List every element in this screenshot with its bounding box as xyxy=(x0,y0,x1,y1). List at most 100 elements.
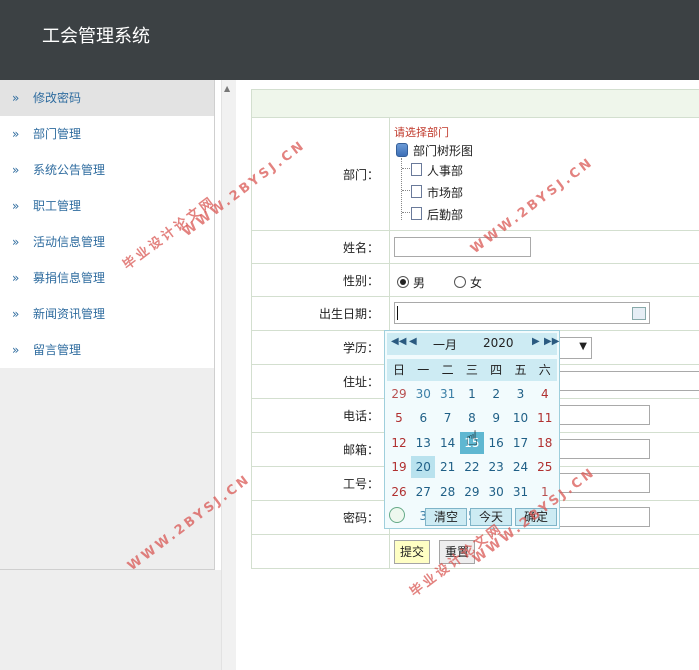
calendar-day[interactable]: 29 xyxy=(460,481,484,503)
phone-label: 电话： xyxy=(251,398,390,433)
clock-icon[interactable] xyxy=(389,507,405,523)
birth-row: 出生日期： xyxy=(251,296,699,331)
form-header-row xyxy=(251,89,699,118)
calendar-day[interactable]: 19 xyxy=(387,456,411,478)
calendar-day[interactable]: 25 xyxy=(533,456,557,478)
database-icon xyxy=(396,143,408,157)
calendar-day[interactable]: 31 xyxy=(436,383,460,405)
name-input[interactable] xyxy=(394,237,531,257)
next-month-icon[interactable]: ▶ xyxy=(532,336,540,347)
weekday-label: 四 xyxy=(490,363,503,377)
calendar-day[interactable]: 18 xyxy=(533,432,557,454)
calendar-day[interactable]: 13 xyxy=(411,432,435,454)
sidebar-item-change-password[interactable]: » 修改密码 xyxy=(0,80,214,116)
calendar-day[interactable]: 16 xyxy=(484,432,508,454)
weekday-label: 五 xyxy=(514,363,527,377)
radio-checked-icon[interactable] xyxy=(397,276,409,288)
double-chevron-icon: » xyxy=(12,271,20,285)
sidebar-lower-background xyxy=(0,570,236,670)
calendar-day[interactable]: 30 xyxy=(411,383,435,405)
sidebar-item-label: 修改密码 xyxy=(33,91,82,105)
sidebar-item-label: 新闻资讯管理 xyxy=(33,307,106,321)
tree-node-logistics[interactable]: 后勤部 xyxy=(411,206,463,223)
chevron-down-icon: ▼ xyxy=(579,341,587,352)
calendar-day[interactable]: 1 xyxy=(460,383,484,405)
calendar-day[interactable]: 6 xyxy=(411,407,435,429)
double-chevron-icon: » xyxy=(12,307,20,321)
calendar-day[interactable]: 5 xyxy=(387,407,411,429)
tree-node-marketing[interactable]: 市场部 xyxy=(411,184,463,201)
calendar-day[interactable]: 9 xyxy=(484,407,508,429)
double-chevron-icon: » xyxy=(12,91,20,105)
birth-label: 出生日期： xyxy=(251,296,390,331)
tree-node-hr[interactable]: 人事部 xyxy=(411,162,463,179)
double-chevron-icon: » xyxy=(12,163,20,177)
radio-unchecked-icon[interactable] xyxy=(454,276,466,288)
frame-scrollbar[interactable]: ▲ xyxy=(221,80,236,670)
calendar-day[interactable]: 10 xyxy=(509,407,533,429)
calendar-icon[interactable] xyxy=(632,307,646,320)
hand-cursor-icon: ☝ xyxy=(466,426,479,450)
prev-year-icon[interactable]: ◀◀ xyxy=(391,336,406,347)
double-chevron-icon: » xyxy=(12,343,20,357)
calendar-day[interactable]: 12 xyxy=(387,432,411,454)
double-chevron-icon: » xyxy=(12,199,20,213)
address-label: 住址： xyxy=(251,364,390,399)
page-icon xyxy=(411,207,422,220)
calendar-day[interactable]: 30 xyxy=(484,481,508,503)
calendar-day[interactable]: 21 xyxy=(436,456,460,478)
email-label: 邮箱： xyxy=(251,432,390,467)
prev-month-icon[interactable]: ◀ xyxy=(409,336,417,347)
calendar-day[interactable]: 11 xyxy=(533,407,557,429)
calendar-day[interactable]: 2 xyxy=(484,383,508,405)
calendar-day[interactable]: 28 xyxy=(436,481,460,503)
calendar-day[interactable]: 4 xyxy=(533,383,557,405)
calendar-day[interactable]: 14 xyxy=(436,432,460,454)
calendar-day[interactable]: 29 xyxy=(387,383,411,405)
department-row: 部门： 请选择部门 部门树形图 人事部 市场部 后勤部 xyxy=(251,117,699,231)
sidebar-item-label: 职工管理 xyxy=(33,199,82,213)
calendar-day[interactable]: 7 xyxy=(436,407,460,429)
page-icon xyxy=(411,185,422,198)
next-year-icon[interactable]: ▶▶ xyxy=(544,336,559,347)
weekday-header: 日一二三四五六 xyxy=(387,359,557,381)
submit-button[interactable]: 提交 xyxy=(394,540,431,564)
department-tree-root[interactable]: 部门树形图 xyxy=(396,142,473,159)
calendar-day[interactable]: 26 xyxy=(387,481,411,503)
calendar-day[interactable]: 23 xyxy=(484,456,508,478)
text-caret xyxy=(397,306,398,320)
scroll-up-arrow-icon[interactable]: ▲ xyxy=(224,84,230,93)
weekday-label: 日 xyxy=(392,363,405,377)
sidebar: » 修改密码 » 部门管理 » 系统公告管理 » 职工管理 » 活动信息管理 » 募捐信息管… xyxy=(0,80,215,570)
calendar-year[interactable]: 2020 xyxy=(483,336,514,350)
sidebar-item-announcements[interactable]: » 系统公告管理 xyxy=(0,152,214,188)
calendar-month[interactable]: 一月 xyxy=(433,336,457,353)
calendar-day[interactable]: 3 xyxy=(509,383,533,405)
weekday-label: 一 xyxy=(417,363,430,377)
gender-row: 性别： 男 女 xyxy=(251,263,699,297)
top-bar: 工会管理系统 xyxy=(0,0,699,80)
sidebar-item-label: 部门管理 xyxy=(33,127,82,141)
sidebar-item-department[interactable]: » 部门管理 xyxy=(0,116,214,152)
app-title: 工会管理系统 xyxy=(42,26,150,47)
calendar-day[interactable]: 31 xyxy=(509,481,533,503)
calendar-day[interactable]: 17 xyxy=(509,432,533,454)
page-icon xyxy=(411,163,422,176)
name-label: 姓名： xyxy=(251,230,390,264)
calendar-day[interactable]: 24 xyxy=(509,456,533,478)
gender-option-female[interactable]: 女 xyxy=(454,274,482,291)
education-label: 学历： xyxy=(251,330,390,365)
gender-option-male[interactable]: 男 xyxy=(397,274,425,291)
sidebar-item-news[interactable]: » 新闻资讯管理 xyxy=(0,296,214,332)
calendar-day[interactable]: 22 xyxy=(460,456,484,478)
weekday-label: 二 xyxy=(441,363,454,377)
weekday-label: 三 xyxy=(465,363,478,377)
sidebar-item-label: 留言管理 xyxy=(33,343,82,357)
sidebar-item-donations[interactable]: » 募捐信息管理 xyxy=(0,260,214,296)
employee-no-label: 工号： xyxy=(251,466,390,501)
calendar-day[interactable]: 20 xyxy=(411,456,436,479)
birth-date-input[interactable] xyxy=(394,302,650,324)
calendar-clear-button[interactable]: 清空 xyxy=(425,508,467,526)
calendar-day[interactable]: 27 xyxy=(411,481,435,503)
sidebar-item-messages[interactable]: » 留言管理 xyxy=(0,332,214,368)
